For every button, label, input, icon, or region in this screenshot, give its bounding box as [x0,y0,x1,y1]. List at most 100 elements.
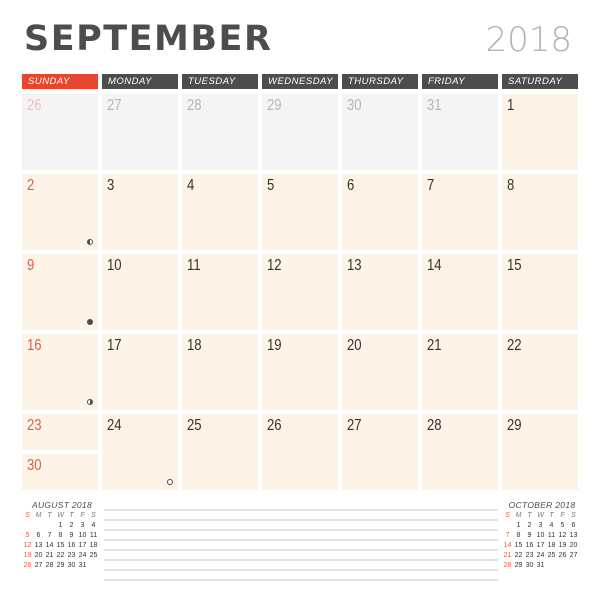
mini-day: 18 [89,542,98,549]
mini-day: 22 [56,552,65,559]
mini-weekday-label: W [57,512,64,519]
day-cell[interactable]: 26 [22,94,98,170]
mini-day: 14 [503,542,512,549]
day-cell[interactable]: 10 [102,254,178,330]
day-cell[interactable]: 8 [502,174,578,250]
day-cell[interactable]: 11 [182,254,258,330]
weekday-header-tuesday: TUESDAY [182,74,258,89]
day-cell[interactable]: 4 [182,174,258,250]
day-cell[interactable]: 29 [262,94,338,170]
mini-day: 4 [549,522,554,529]
day-cell[interactable]: 2 [22,174,98,250]
day-cell[interactable]: 7 [422,174,498,250]
mini-day [44,521,55,531]
mini-day: 19 [558,542,567,549]
mini-day: 12 [558,532,567,539]
day-cell[interactable]: 18 [182,334,258,410]
note-line [104,579,498,581]
day-number: 3 [107,177,115,194]
day-cell[interactable]: 23 [22,414,98,450]
mini-day: 5 [25,532,30,539]
day-cell[interactable]: 20 [342,334,418,410]
mini-day: 20 [34,552,43,559]
day-number: 8 [507,177,515,194]
day-number: 19 [267,337,282,354]
note-line [104,569,498,571]
mini-day: 17 [536,542,545,549]
mini-weekday-label: F [80,512,85,519]
note-line [104,509,498,511]
day-number: 30 [27,457,42,474]
day-cell[interactable]: 31 [422,94,498,170]
day-cell[interactable]: 13 [342,254,418,330]
day-number: 29 [267,97,282,114]
day-number: 30 [347,97,362,114]
day-cell[interactable]: 26 [262,414,338,490]
mini-day: 8 [58,532,63,539]
mini-day: 28 [45,562,54,569]
mini-day: 1 [516,522,521,529]
day-cell[interactable]: 3 [102,174,178,250]
day-cell[interactable]: 17 [102,334,178,410]
day-cell[interactable]: 24 [102,414,178,490]
mini-day: 7 [47,532,52,539]
day-cell[interactable]: 14 [422,254,498,330]
mini-day: 29 [56,562,65,569]
mini-day: 18 [547,542,556,549]
mini-day: 16 [67,542,76,549]
mini-day: 10 [536,532,545,539]
day-number: 10 [107,257,122,274]
moon-phase-full-icon [167,479,173,485]
day-number: 23 [27,417,42,434]
day-cell[interactable]: 30 [22,454,98,490]
day-number: 24 [107,417,122,434]
day-cell[interactable]: 29 [502,414,578,490]
day-cell[interactable]: 25 [182,414,258,490]
weekday-header-wednesday: WEDNESDAY [262,74,338,89]
day-cell[interactable]: 16 [22,334,98,410]
weekday-header-monday: MONDAY [102,74,178,89]
mini-day: 13 [34,542,43,549]
mini-day: 11 [547,532,556,539]
day-number: 16 [27,337,42,354]
day-number: 21 [427,337,442,354]
weekday-header-saturday: SATURDAY [502,74,578,89]
day-cell[interactable]: 22 [502,334,578,410]
day-number: 1 [507,97,515,114]
day-cell[interactable]: 9 [22,254,98,330]
mini-day: 3 [538,522,543,529]
day-cell[interactable]: 1 [502,94,578,170]
day-cell[interactable]: 27 [342,414,418,490]
day-number: 2 [27,177,35,194]
day-number: 20 [347,337,362,354]
mini-day: 31 [536,562,545,569]
mini-day: 31 [78,562,87,569]
mini-day: 25 [89,552,98,559]
mini-day: 5 [560,522,565,529]
mini-day: 27 [569,552,578,559]
mini-day: 2 [69,522,74,529]
day-cell[interactable]: 12 [262,254,338,330]
day-number: 27 [347,417,362,434]
day-cell[interactable]: 6 [342,174,418,250]
mini-day: 6 [571,522,576,529]
day-cell[interactable]: 15 [502,254,578,330]
note-line [104,519,498,521]
day-cell[interactable]: 19 [262,334,338,410]
day-cell[interactable]: 28 [422,414,498,490]
mini-day: 4 [91,522,96,529]
mini-day [22,521,33,531]
day-number: 15 [507,257,522,274]
day-cell[interactable]: 28 [182,94,258,170]
mini-weekday-label: F [560,512,565,519]
day-cell[interactable]: 5 [262,174,338,250]
day-cell[interactable]: 27 [102,94,178,170]
mini-weekday-label: M [35,512,42,519]
day-number: 31 [427,97,442,114]
mini-day: 21 [45,552,54,559]
day-number: 18 [187,337,202,354]
moon-phase-first-icon [87,399,93,405]
day-cell[interactable]: 21 [422,334,498,410]
day-cell[interactable]: 30 [342,94,418,170]
mini-day: 28 [503,562,512,569]
